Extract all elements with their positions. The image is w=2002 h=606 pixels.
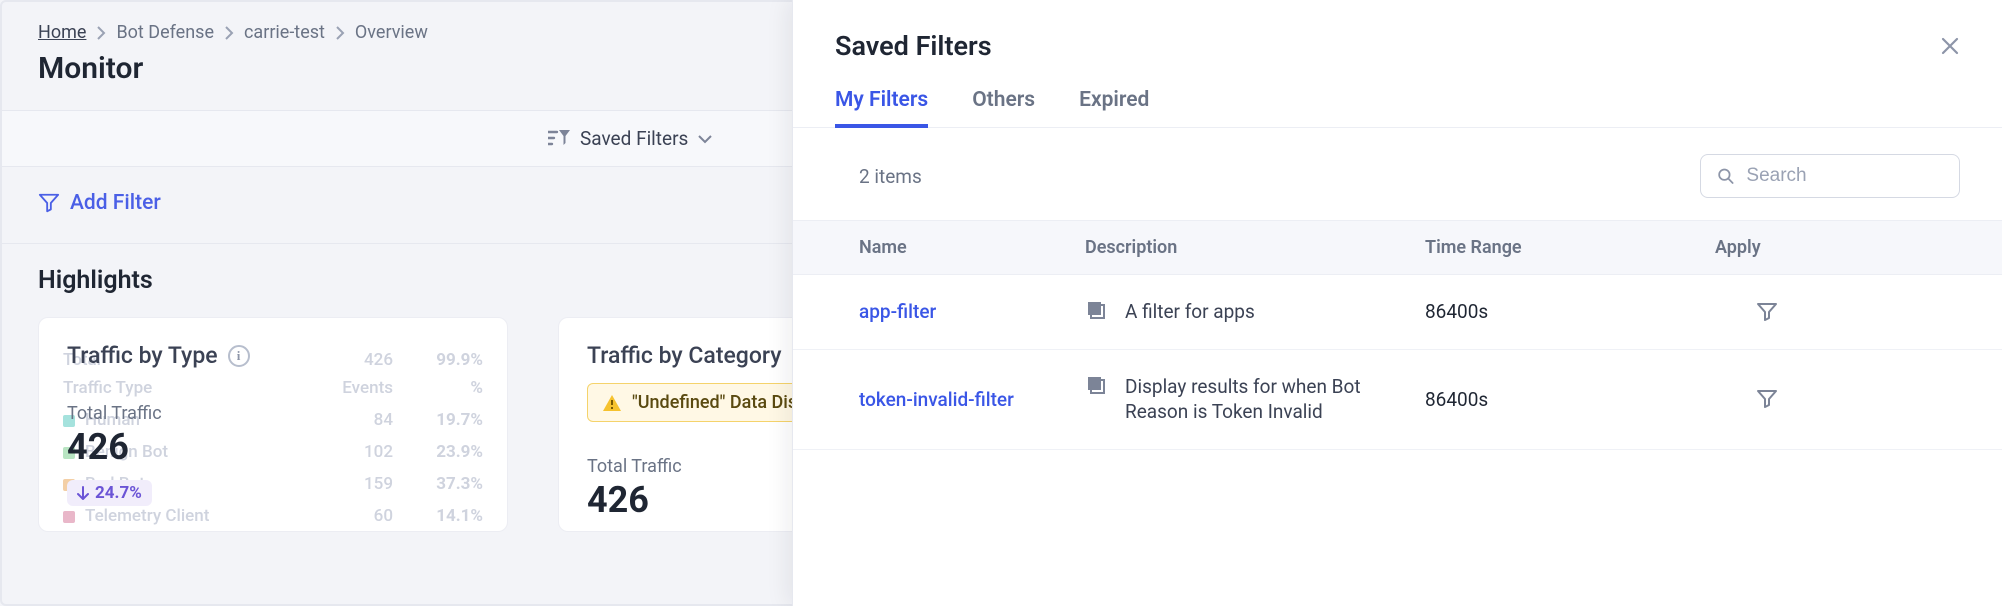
funnel-icon [38,192,60,214]
saved-filters-panel: Saved Filters My Filters Others Expired … [792,0,2002,606]
filter-name-link[interactable]: app-filter [859,300,936,323]
filter-name-link[interactable]: token-invalid-filter [859,388,1014,411]
apply-filter-button[interactable] [1755,300,1779,324]
col-apply: Apply [1715,237,1960,258]
search-input[interactable] [1746,165,1943,187]
delta-badge: 24.7% [67,480,152,506]
apply-filter-button[interactable] [1755,387,1779,411]
close-panel-button[interactable] [1940,36,1960,56]
saved-filters-dropdown[interactable]: Saved Filters [548,127,712,150]
document-icon [1085,374,1107,396]
warning-icon [602,394,622,412]
item-count: 2 items [835,165,922,188]
col-time-range: Time Range [1425,237,1715,258]
total-traffic-label: Total Traffic [67,403,479,424]
info-icon[interactable]: i [228,345,250,367]
table-row: token-invalid-filter Display results for… [793,350,2002,450]
col-description: Description [1085,237,1425,258]
chevron-right-icon [224,26,234,40]
document-icon [1085,299,1107,321]
panel-title: Saved Filters [835,30,992,62]
tabs: My Filters Others Expired [793,88,2002,128]
search-box[interactable] [1700,154,1960,198]
funnel-icon [1755,387,1779,411]
breadcrumb-overview[interactable]: Overview [355,22,428,43]
card-title-text: Traffic by Category [587,342,782,369]
add-filter-button[interactable]: Add Filter [38,191,161,215]
filter-description: A filter for apps [1125,299,1255,325]
breadcrumb-home[interactable]: Home [38,22,86,43]
tab-others[interactable]: Others [972,88,1035,127]
filter-description: Display results for when Bot Reason is T… [1125,374,1425,425]
search-icon [1717,166,1734,186]
filter-list-icon [548,130,570,148]
chevron-down-icon [698,134,712,144]
tab-my-filters[interactable]: My Filters [835,88,928,128]
filter-time-range: 86400s [1425,388,1715,411]
arrow-down-icon [77,486,89,500]
saved-filters-label: Saved Filters [580,127,688,150]
chevron-right-icon [96,26,106,40]
col-name: Name [835,237,1085,258]
tab-expired[interactable]: Expired [1079,88,1149,127]
card-traffic-by-type: Total 426 99.9% Traffic Type Events % [38,317,508,532]
filters-table: Name Description Time Range Apply app-fi… [793,220,2002,460]
card-title-text: Traffic by Type [67,342,218,369]
add-filter-label: Add Filter [70,191,161,215]
chevron-right-icon [335,26,345,40]
table-header: Name Description Time Range Apply [793,220,2002,275]
breadcrumb-bot-defense[interactable]: Bot Defense [116,22,214,43]
breadcrumb-carrie-test[interactable]: carrie-test [244,22,325,43]
close-icon [1940,36,1960,56]
funnel-icon [1755,300,1779,324]
total-traffic-value: 426 [67,426,479,468]
filter-time-range: 86400s [1425,300,1715,323]
table-row: app-filter A filter for apps 86400s [793,275,2002,350]
